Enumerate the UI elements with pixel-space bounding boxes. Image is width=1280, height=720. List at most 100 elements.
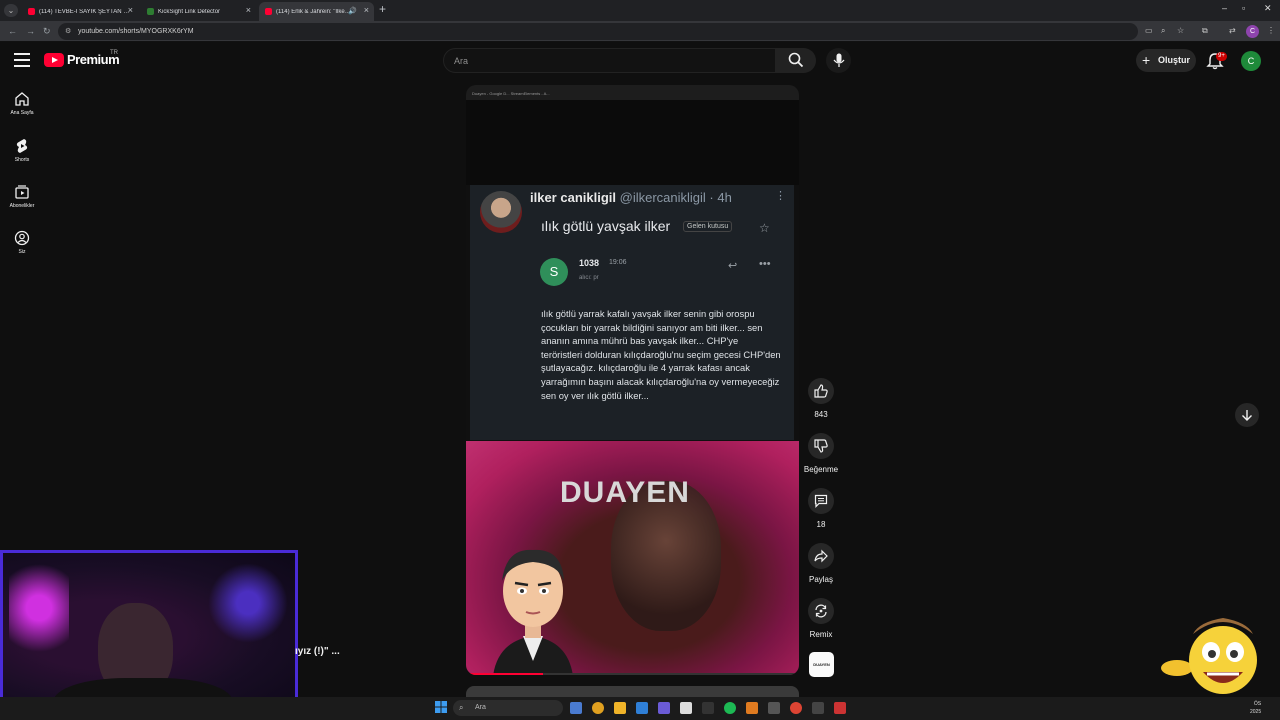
close-icon[interactable]: ×	[128, 5, 133, 15]
obs-icon[interactable]	[702, 702, 714, 714]
guide-label: Siz	[18, 249, 26, 255]
minimize-button[interactable]: –	[1222, 3, 1227, 13]
tab-title: KickSight Link Detector	[158, 8, 221, 15]
video-dark-area	[466, 100, 799, 185]
video-progress-fill	[466, 673, 543, 675]
spotify-icon[interactable]	[724, 702, 736, 714]
mail-inbox-label: Gelen kutusu	[683, 221, 733, 232]
recorded-browser-bar: Duayen - Google D... StreamElements - A.…	[466, 85, 799, 100]
dislike-label: Beğenme	[803, 465, 839, 474]
tab-title: (114) TEVBE-İ SAYIK ŞEYTAN H...	[39, 8, 131, 15]
notification-badge: 9+	[1216, 52, 1227, 61]
zoom-icon[interactable]: ⌕	[1161, 26, 1165, 36]
discord-icon[interactable]	[658, 702, 670, 714]
chrome-icon[interactable]	[592, 702, 604, 714]
close-icon[interactable]: ×	[246, 5, 251, 15]
like-button[interactable]	[808, 378, 834, 404]
taskbar-clock[interactable]: ÖS 2025	[1250, 700, 1261, 716]
duayen-overlay-text: DUAYEN	[560, 476, 690, 509]
app-icon-4[interactable]	[812, 702, 824, 714]
tweet-author-avatar	[480, 191, 522, 233]
search-icon	[788, 52, 804, 68]
account-avatar[interactable]: C	[1241, 51, 1261, 71]
reload-icon[interactable]: ↻	[43, 26, 51, 37]
sidebar-icon[interactable]: ⇄	[1229, 26, 1236, 35]
remix-label: Remix	[809, 630, 833, 639]
mail-time: 19:06	[609, 259, 627, 266]
guide-item-subscriptions[interactable]: Abonelikler	[0, 184, 44, 209]
browser-tab-strip: ⌄ (114) TEVBE-İ SAYIK ŞEYTAN H... × Kick…	[0, 0, 1280, 21]
youtube-premium-logo[interactable]: Premium	[44, 52, 120, 67]
comments-button[interactable]	[808, 488, 834, 514]
window-close-button[interactable]: ✕	[1264, 3, 1272, 14]
search-icon: ⌕	[459, 703, 464, 712]
search-input[interactable]: Ara	[443, 48, 776, 73]
extensions-icon[interactable]: ⧉	[1202, 26, 1208, 36]
app-icon[interactable]	[680, 702, 692, 714]
create-label: Oluştur	[1158, 55, 1191, 65]
mail-body: ılık götlü yarrak kafalı yavşak ilker se…	[541, 308, 781, 401]
app-icon-3[interactable]	[768, 702, 780, 714]
comment-count: 18	[816, 520, 826, 529]
tab-search-button[interactable]: ⌄	[4, 4, 18, 17]
streamer-webcam	[0, 550, 298, 720]
remix-button[interactable]	[808, 598, 834, 624]
speaker-icon[interactable]: 🔊	[348, 7, 357, 15]
search-button[interactable]	[776, 48, 816, 73]
share-button[interactable]	[808, 543, 834, 569]
browser-tab-3-active[interactable]: (114) Erlik & Jahrein: "İlker... 🔊 ×	[259, 2, 374, 21]
clock-date: 2025	[1250, 709, 1262, 715]
edge-icon[interactable]	[636, 702, 648, 714]
back-icon[interactable]: ←	[8, 26, 17, 36]
country-code: TR	[110, 50, 118, 56]
maximize-button[interactable]: ▫	[1242, 3, 1245, 13]
menu-icon[interactable]	[14, 53, 30, 67]
browser-profile-avatar[interactable]: C	[1246, 25, 1259, 38]
site-info-icon[interactable]: ⚙	[65, 23, 71, 40]
close-icon[interactable]: ×	[364, 5, 369, 15]
new-tab-button[interactable]: +	[379, 2, 386, 16]
thumbs-down-icon	[814, 439, 828, 453]
channel-thumbnail[interactable]: DUAYEN	[809, 652, 834, 677]
browser-menu-icon[interactable]: ⋮	[1267, 26, 1275, 35]
app-icon-2[interactable]	[746, 702, 758, 714]
guide-item-you[interactable]: Siz	[0, 230, 44, 255]
url-field[interactable]: ⚙ youtube.com/shorts/MYOGRXK6rYM	[58, 23, 1138, 40]
more-horizontal-icon: •••	[759, 258, 771, 270]
bookmark-star-icon[interactable]: ☆	[1177, 26, 1184, 35]
like-count: 843	[814, 410, 828, 419]
guide-item-shorts[interactable]: Shorts	[0, 138, 44, 163]
file-explorer-icon[interactable]	[614, 702, 626, 714]
taskbar-search[interactable]: ⌕ Ara	[453, 700, 563, 716]
video-progress-bar[interactable]	[466, 673, 799, 675]
shorts-icon	[16, 139, 28, 153]
cast-icon[interactable]: ▭	[1145, 26, 1153, 35]
streamer-camera-feed: DUAYEN	[466, 441, 799, 675]
comment-icon	[814, 494, 828, 508]
dislike-button[interactable]	[808, 433, 834, 459]
windows-start-icon[interactable]	[435, 701, 447, 713]
pink-light	[9, 553, 69, 663]
create-button[interactable]: + Oluştur	[1136, 49, 1196, 72]
shorts-video-player[interactable]: Duayen - Google D... StreamElements - A.…	[466, 85, 799, 675]
app-icon-5[interactable]	[834, 702, 846, 714]
guide-item-home[interactable]: Ana Sayfa	[0, 91, 44, 116]
arrow-down-icon	[1242, 410, 1252, 421]
plus-icon: +	[1142, 52, 1151, 68]
tweet-author: ilker canikligil @ilkercanikligil · 4h	[530, 190, 732, 205]
youtube-icon	[265, 8, 272, 15]
guide-label: Shorts	[14, 157, 30, 163]
browser-tab-1[interactable]: (114) TEVBE-İ SAYIK ŞEYTAN H... ×	[22, 2, 138, 21]
voice-search-button[interactable]	[826, 48, 851, 73]
tab-title: (114) Erlik & Jahrein: "İlker...	[276, 8, 351, 15]
next-video-button[interactable]	[1235, 403, 1259, 427]
forward-icon[interactable]: →	[26, 26, 35, 36]
url-text: youtube.com/shorts/MYOGRXK6rYM	[78, 28, 194, 35]
chrome-active-icon[interactable]	[790, 702, 802, 714]
copilot-icon[interactable]	[570, 702, 582, 714]
star-icon: ☆	[759, 221, 770, 235]
taskbar-search-label: Ara	[475, 704, 486, 711]
guide-label: Abonelikler	[9, 203, 35, 209]
browser-tab-2[interactable]: KickSight Link Detector ×	[141, 2, 256, 21]
purple-light	[208, 563, 288, 643]
